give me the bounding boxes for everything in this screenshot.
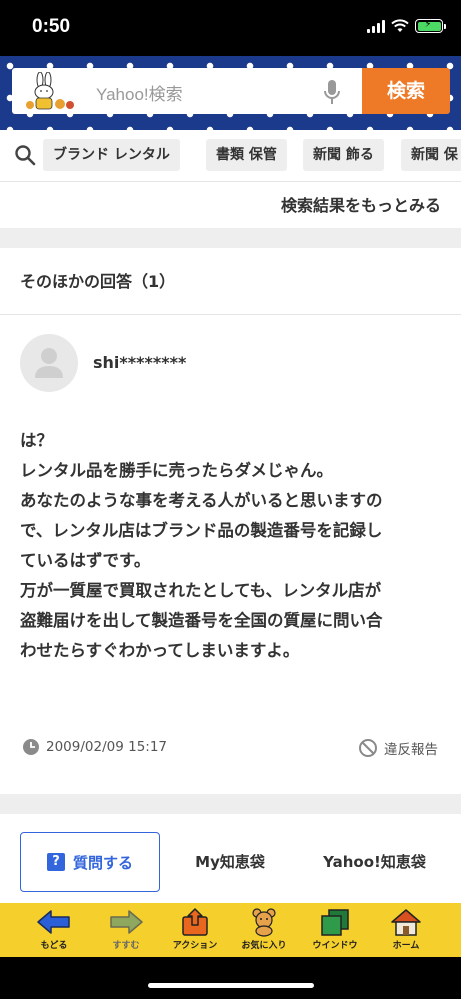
- action-button[interactable]: アクション: [162, 907, 228, 955]
- answer-date: 2009/02/09 15:17: [46, 739, 168, 755]
- avatar: [20, 334, 78, 392]
- ask-question-label: 質問する: [72, 853, 133, 872]
- section-divider: [0, 794, 461, 814]
- section-divider: [0, 228, 461, 248]
- divider: [0, 314, 461, 315]
- house-icon: [391, 909, 421, 936]
- status-bar: 0:50: [0, 0, 461, 56]
- battery-icon: [415, 19, 446, 33]
- answer-line: で、レンタル店はブランド品の製造番号を記録し: [20, 521, 383, 540]
- chiebukuro-home-link[interactable]: Yahoo!知恵袋: [302, 832, 447, 892]
- answer-user-name[interactable]: shi********: [93, 353, 186, 372]
- prohibited-icon: [359, 739, 377, 757]
- action-label: アクション: [172, 941, 218, 951]
- back-label: もどる: [40, 941, 68, 951]
- ask-question-button[interactable]: ? 質問する: [20, 832, 160, 892]
- window-button[interactable]: ウインドウ: [302, 907, 368, 955]
- search-input[interactable]: Yahoo!検索: [12, 68, 362, 114]
- more-results-link[interactable]: 検索結果をもっとみる: [281, 192, 441, 216]
- search-button[interactable]: 検索: [362, 68, 450, 114]
- answers-section-title: そのほかの回答（1）: [20, 272, 176, 291]
- search-placeholder: Yahoo!検索: [96, 85, 183, 104]
- wifi-icon: [391, 19, 409, 32]
- back-arrow-icon: [37, 910, 70, 934]
- answer-line: は？: [20, 431, 53, 450]
- user-avatar-icon: [35, 348, 63, 378]
- back-button[interactable]: もどる: [21, 907, 87, 955]
- home-button[interactable]: ホーム: [373, 907, 439, 955]
- clock-icon: [23, 739, 39, 755]
- suggestion-chip[interactable]: 新聞 飾る: [303, 139, 384, 171]
- question-icon: ?: [46, 853, 65, 871]
- status-time: 0:50: [32, 16, 71, 37]
- home-indicator-area: [0, 957, 461, 999]
- answer-line: ているはずです。: [20, 551, 151, 570]
- search-suggestions-bar: ブランド レンタル 書類 保管 新聞 飾る 新聞 保: [0, 130, 461, 182]
- answer-body: は？ レンタル品を勝手に売ったらダメじゃん。 あなたのような事を考える人がいると…: [20, 426, 450, 666]
- answer-line: 盗難届けを出して製造番号を全国の質屋に問い合: [20, 611, 383, 630]
- bottom-nav-tabs: ? 質問する My知恵袋 Yahoo!知恵袋: [20, 832, 441, 892]
- miffy-logo-icon: [26, 72, 74, 110]
- forward-button[interactable]: すすむ: [93, 907, 159, 955]
- windows-icon: [321, 909, 349, 936]
- answer-line: わせたらすぐわかってしまいますよ。: [20, 641, 300, 660]
- status-icons: [367, 19, 446, 33]
- microphone-icon[interactable]: [322, 78, 342, 106]
- more-results-row: 検索結果をもっとみる: [0, 182, 461, 228]
- answer-line: あなたのような事を考える人がいると思いますの: [20, 491, 383, 510]
- suggestion-chip[interactable]: 書類 保管: [206, 139, 287, 171]
- report-label: 違反報告: [384, 742, 438, 758]
- favorites-label: お気に入り: [241, 941, 287, 951]
- home-label: ホーム: [392, 941, 420, 951]
- cellular-signal-icon: [367, 19, 385, 33]
- answer-date-row: 2009/02/09 15:17: [22, 738, 167, 756]
- home-indicator[interactable]: [148, 983, 314, 988]
- favorites-button[interactable]: お気に入り: [231, 907, 297, 955]
- forward-label: すすむ: [112, 941, 140, 951]
- forward-arrow-icon: [110, 910, 143, 934]
- answer-line: 万が一質屋で買取されたとしても、レンタル店が: [20, 581, 382, 600]
- my-chiebukuro-link[interactable]: My知恵袋: [170, 832, 290, 892]
- window-label: ウインドウ: [312, 941, 358, 951]
- report-button[interactable]: 違反報告: [358, 738, 438, 758]
- bear-favorites-icon: [252, 908, 276, 937]
- browser-toolbar: もどる すすむ アクション お気に入り ウインドウ ホーム: [0, 903, 461, 957]
- answer-line: レンタル品を勝手に売ったらダメじゃん。: [20, 461, 334, 480]
- search-icon: [15, 145, 36, 166]
- share-icon: [182, 908, 208, 936]
- search-header: Yahoo!検索 検索: [0, 56, 461, 130]
- suggestion-chip[interactable]: ブランド レンタル: [43, 139, 180, 171]
- suggestion-chip[interactable]: 新聞 保: [401, 139, 461, 171]
